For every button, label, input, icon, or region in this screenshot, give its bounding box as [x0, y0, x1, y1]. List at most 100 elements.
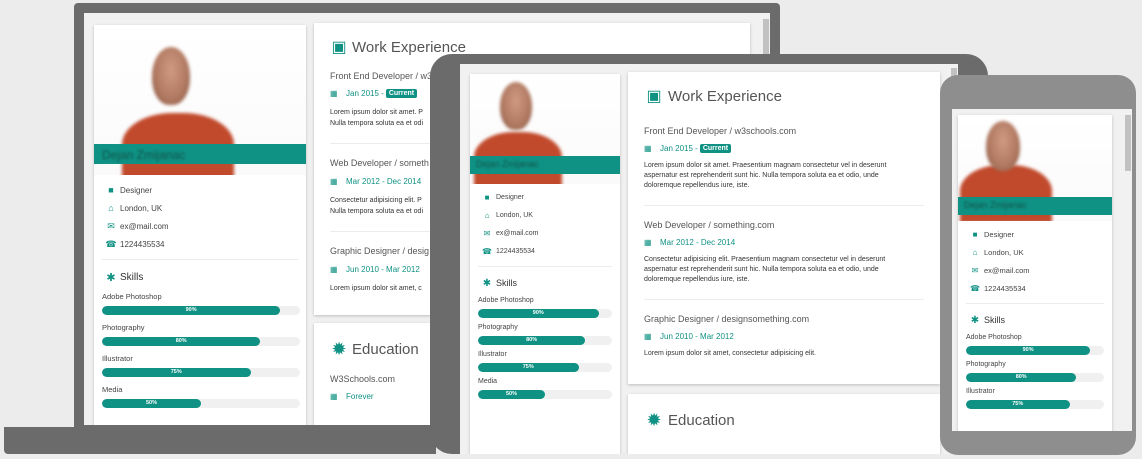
phone-icon: ☎ — [105, 238, 117, 249]
phone-screen: Dejan Zmijanac ■ Designer ⌂ London, UK ✉… — [952, 109, 1132, 431]
skill-label: Illustrator — [102, 354, 133, 363]
skill-item: Adobe Photoshop 90% — [102, 292, 300, 315]
phone-icon: ☎ — [482, 246, 492, 256]
skills-heading: ✱ Skills — [966, 312, 1104, 328]
job-description-line: Lorem ipsum dolor sit amet. Praesentium … — [644, 162, 887, 169]
info-email-text: ex@mail.com — [120, 221, 169, 231]
job-date: ▦ Jan 2015 - Current — [644, 144, 924, 153]
skills-title: Skills — [496, 278, 518, 288]
job-title: Graphic Designer / designsomething.com — [644, 314, 810, 324]
profile-name-bar: Dejan Zmijanac — [470, 156, 620, 174]
job-date-text: Jun 2010 - Mar 2012 — [346, 265, 420, 274]
education-title: Education — [668, 412, 735, 429]
work-title: Work Experience — [668, 87, 782, 105]
info-city-text: London, UK — [984, 247, 1024, 257]
skill-item: Illustrator 75% — [966, 388, 1104, 409]
job-description-line: doloremque repellendus iure, iste. — [644, 276, 750, 283]
info-city: ⌂ London, UK — [966, 243, 1104, 261]
info-phone: ☎ 1224435534 — [102, 235, 298, 253]
skill-fill: 80% — [102, 337, 261, 346]
job-description-line: aspernatur est reprehenderit sunt hic. N… — [644, 266, 879, 273]
info-phone-text: 1224435534 — [496, 247, 535, 255]
phone-scroll-thumb[interactable] — [1125, 115, 1131, 171]
phone-device: Dejan Zmijanac ■ Designer ⌂ London, UK ✉… — [940, 75, 1136, 455]
job-title: Web Developer / something.com — [644, 220, 775, 230]
skill-fill: 80% — [966, 373, 1077, 382]
tablet-device: Dejan Zmijanac ■ Designer ⌂ London, UK ✉… — [430, 54, 988, 454]
job-entry: Web Developer / something.com ▦ Mar 2012… — [628, 220, 940, 285]
profile-photo: Dejan Zmijanac — [470, 74, 620, 184]
profile-name: Dejan Zmijanac — [964, 200, 1027, 210]
skill-label: Media — [478, 378, 498, 385]
calendar-icon: ▦ — [644, 144, 652, 153]
skill-label: Photography — [478, 324, 518, 331]
skill-fill: 90% — [478, 309, 599, 318]
job-description: Lorem ipsum dolor sit amet, consectetur … — [644, 349, 924, 359]
skills-heading: ✱ Skills — [478, 275, 612, 291]
job-date-text: Jan 2015 - — [346, 89, 384, 98]
home-icon: ⌂ — [972, 247, 978, 257]
calendar-icon: ▦ — [330, 89, 338, 98]
skill-label: Photography — [966, 361, 1006, 368]
tablet-screen: Dejan Zmijanac ■ Designer ⌂ London, UK ✉… — [460, 64, 958, 454]
skills-title: Skills — [120, 271, 144, 283]
profile-card: Dejan Zmijanac ■ Designer ⌂ London, UK ✉… — [94, 25, 306, 425]
skill-item: Illustrator 75% — [478, 351, 612, 372]
education-heading: ✹ Education — [628, 394, 940, 431]
suitcase-icon: ▣ — [646, 88, 662, 105]
phone-scrollbar[interactable] — [1124, 109, 1132, 431]
home-icon: ⌂ — [484, 210, 490, 220]
envelope-icon: ✉ — [483, 228, 491, 238]
profile-name: Dejan Zmijanac — [102, 148, 186, 162]
asterisk-icon: ✱ — [482, 277, 492, 289]
info-job-text: Designer — [984, 229, 1015, 239]
job-title: Front End Developer / w3schools.com — [644, 126, 797, 136]
job-date: ▦ Jun 2010 - Mar 2012 — [644, 332, 924, 341]
phone-icon: ☎ — [970, 283, 980, 293]
suitcase-icon: ▣ — [331, 39, 347, 56]
skill-bar: 80% — [478, 336, 612, 345]
skills-title: Skills — [984, 315, 1006, 325]
job-description-line: Lorem ipsum dolor sit amet, consectetur … — [644, 350, 816, 357]
work-heading: ▣ Work Experience — [314, 23, 750, 57]
skill-bar: 50% — [478, 390, 612, 399]
profile-card: Dejan Zmijanac ■ Designer ⌂ London, UK ✉… — [470, 74, 620, 454]
info-phone-text: 1224435534 — [984, 283, 1026, 293]
skill-item: Media 50% — [102, 385, 300, 408]
skill-fill: 75% — [966, 400, 1070, 409]
calendar-icon: ▦ — [330, 392, 338, 401]
calendar-icon: ▦ — [330, 177, 338, 186]
job-date-text: Jun 2010 - Mar 2012 — [660, 332, 734, 341]
skill-fill: 90% — [966, 346, 1091, 355]
info-email: ✉ ex@mail.com — [478, 224, 612, 242]
job-date-text: Mar 2012 - Dec 2014 — [346, 177, 422, 186]
job-description: Lorem ipsum dolor sit amet. Praesentium … — [644, 161, 924, 191]
calendar-icon: ▦ — [644, 332, 652, 341]
info-phone-text: 1224435534 — [120, 239, 165, 249]
skill-bar: 75% — [102, 368, 300, 377]
skill-label: Illustrator — [478, 351, 507, 358]
skill-bar: 75% — [478, 363, 612, 372]
skill-item: Media 50% — [478, 378, 612, 399]
info-phone: ☎ 1224435534 — [478, 242, 612, 260]
skill-bar: 90% — [478, 309, 612, 318]
skill-fill: 80% — [478, 336, 586, 345]
skill-bar: 80% — [966, 373, 1104, 382]
info-job: ■ Designer — [966, 225, 1104, 243]
education-title: Education — [352, 341, 419, 358]
skill-bar: 50% — [102, 399, 300, 408]
skill-fill: 75% — [102, 368, 251, 377]
calendar-icon: ▦ — [330, 265, 338, 274]
job-description-line: aspernatur est reprehenderit sunt hic. N… — [644, 172, 879, 179]
skill-item: Photography 80% — [478, 324, 612, 345]
skill-label: Adobe Photoshop — [102, 292, 162, 301]
skill-fill: 90% — [102, 306, 281, 315]
job-entry: Front End Developer / w3schools.com ▦ Ja… — [628, 126, 940, 191]
info-city-text: London, UK — [496, 211, 533, 219]
work-card: ▣ Work Experience Front End Developer / … — [628, 72, 940, 384]
profile-name-bar: Dejan Zmijanac — [958, 197, 1112, 215]
job-description-line: Consectetur adipisicing elit. Praesentiu… — [644, 256, 886, 263]
skill-item: Adobe Photoshop 90% — [966, 334, 1104, 355]
calendar-icon: ▦ — [644, 238, 652, 247]
job-date: ▦ Mar 2012 - Dec 2014 — [644, 238, 924, 247]
